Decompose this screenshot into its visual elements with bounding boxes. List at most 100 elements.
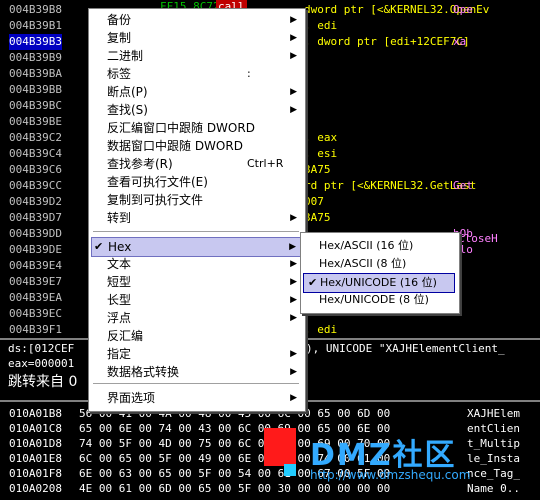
- disasm-address: 004B39C6: [9, 163, 62, 176]
- submenu-arrow-icon: ▶: [290, 213, 297, 223]
- menu-separator: [93, 231, 299, 233]
- menu-item-label: 断点(P): [107, 85, 148, 99]
- submenu-arrow-icon: ▶: [290, 313, 297, 323]
- dump-address: 010A0208: [9, 482, 62, 495]
- hex-submenu: Hex/ASCII (16 位) Hex/ASCII (8 位) ✔ Hex/UNIC…: [300, 232, 460, 314]
- disasm-address: 004B39BA: [9, 67, 62, 80]
- disasm-operand: , edi: [304, 19, 338, 32]
- menu-item-label: 备份: [107, 13, 132, 27]
- submenu-arrow-icon: ▶: [290, 87, 297, 97]
- menu-item[interactable]: 标签:: [91, 65, 301, 83]
- menu-item[interactable]: 二进制 ▶: [91, 47, 301, 65]
- disasm-address: 004B39BC: [9, 99, 62, 112]
- menu-item[interactable]: ✔ Hex ▶: [91, 237, 301, 257]
- disasm-address: 004B39D2: [9, 195, 62, 208]
- hex-submenu-label: Hex/UNICODE (16 位): [320, 276, 437, 289]
- disasm-operand: , edi: [304, 323, 338, 336]
- disasm-address: 004B39C2: [9, 131, 62, 144]
- menu-item[interactable]: 浮点 ▶: [91, 309, 301, 327]
- menu-item[interactable]: 指定 ▶: [91, 345, 301, 363]
- watermark-red-square: [264, 428, 296, 466]
- check-icon: ✔: [308, 276, 318, 289]
- disasm-operand: 3A75: [304, 163, 331, 176]
- dump-address: 010A01C8: [9, 422, 62, 435]
- disasm-address: 004B39DE: [9, 243, 62, 256]
- hex-submenu-item[interactable]: Hex/ASCII (16 位): [303, 237, 455, 255]
- submenu-arrow-icon: ▶: [290, 51, 297, 61]
- info-line-1b: ), UNICODE "XAJHElementClient_: [306, 342, 505, 355]
- disasm-comment: Get: [453, 179, 473, 192]
- menu-item-label: 二进制: [107, 49, 144, 63]
- submenu-arrow-icon: ▶: [290, 349, 297, 359]
- dump-row[interactable]: 010A01E8 6C 00 65 00 5F 00 49 00 6E 00 73…: [9, 451, 520, 466]
- dump-address: 010A01E8: [9, 452, 62, 465]
- menu-item-label: Hex: [108, 240, 132, 254]
- menu-item[interactable]: 复制 ▶: [91, 29, 301, 47]
- menu-shortcut: Ctrl+R: [247, 157, 284, 170]
- hex-submenu-label: Hex/UNICODE (8 位): [319, 293, 429, 306]
- menu-item[interactable]: 反汇编窗口中跟随 DWORD: [91, 119, 301, 137]
- submenu-arrow-icon: ▶: [289, 242, 296, 252]
- dump-row[interactable]: 010A01B8 56 00 41 00 4A 00 48 00 45 00 6C…: [9, 406, 520, 421]
- dump-row[interactable]: 010A01F8 6E 00 63 00 65 00 5F 00 54 00 61…: [9, 466, 520, 481]
- menu-item[interactable]: 长型 ▶: [91, 291, 301, 309]
- menu-item[interactable]: 数据窗口中跟随 DWORD: [91, 137, 301, 155]
- hex-submenu-item[interactable]: ✔ Hex/UNICODE (16 位): [303, 273, 455, 293]
- menu-item[interactable]: 查看可执行文件(E): [91, 173, 301, 191]
- menu-item-label: 标签: [107, 67, 132, 81]
- disasm-operand: 007: [304, 195, 324, 208]
- hex-submenu-item[interactable]: Hex/UNICODE (8 位): [303, 291, 455, 309]
- hex-submenu-item[interactable]: Hex/ASCII (8 位): [303, 255, 455, 273]
- dump-row[interactable]: 010A0208 4E 00 61 00 6D 00 65 00 5F 00 30…: [9, 481, 520, 496]
- disasm-address: 004B39B8: [9, 3, 62, 16]
- menu-item-label: 文本: [107, 257, 132, 271]
- dmz-watermark: DMZ社区 http://www.dmzshequ.com: [264, 428, 540, 498]
- disasm-operand: , dword ptr [edi+12CEF7C]: [304, 35, 470, 48]
- menu-separator: [93, 383, 299, 385]
- menu-item[interactable]: 短型 ▶: [91, 273, 301, 291]
- disasm-address: 004B39EA: [9, 291, 62, 304]
- menu-item-label: 转到: [107, 211, 132, 225]
- submenu-arrow-icon: ▶: [290, 33, 297, 43]
- disasm-operand: 3A75: [304, 211, 331, 224]
- menu-item-label: 查找参考(R): [107, 157, 173, 171]
- info-line-3: 跳转来自 0: [8, 374, 78, 390]
- disasm-address: 004B39BB: [9, 83, 62, 96]
- menu-item-label: 短型: [107, 275, 132, 289]
- menu-item[interactable]: 查找(S) ▶: [91, 101, 301, 119]
- submenu-arrow-icon: ▶: [290, 105, 297, 115]
- dump-row[interactable]: 010A01C8 65 00 6E 00 74 00 43 00 6C 00 69…: [9, 421, 520, 436]
- disasm-address: 004B39B1: [9, 19, 62, 32]
- dump-row[interactable]: 010A01D8 74 00 5F 00 4D 00 75 00 6C 00 74…: [9, 436, 520, 451]
- dump-address: 010A01D8: [9, 437, 62, 450]
- menu-item[interactable]: 文本 ▶: [91, 255, 301, 273]
- menu-shortcut: :: [247, 67, 251, 80]
- menu-item[interactable]: 转到 ▶: [91, 209, 301, 227]
- menu-item[interactable]: 查找参考(R) Ctrl+R: [91, 155, 301, 173]
- menu-item-label: 反汇编: [107, 329, 144, 343]
- disasm-address: 004B39BE: [9, 115, 62, 128]
- menu-item-label: 指定: [107, 347, 132, 361]
- menu-item[interactable]: 复制到可执行文件: [91, 191, 301, 209]
- disasm-address: 004B39F1: [9, 323, 62, 336]
- menu-item[interactable]: 反汇编: [91, 327, 301, 345]
- menu-item[interactable]: 断点(P) ▶: [91, 83, 301, 101]
- disasm-address: 004B39EC: [9, 307, 62, 320]
- context-menu: 备份 ▶ 复制 ▶ 二进制 ▶ 标签: 断点(P) ▶ 查找(S) ▶ 反汇编窗口中跟随 DWORD 数…: [88, 8, 306, 412]
- menu-item-label: 复制: [107, 31, 132, 45]
- disasm-address: 004B39B3: [9, 34, 62, 50]
- watermark-cyan-square: [284, 464, 296, 476]
- submenu-arrow-icon: ▶: [290, 277, 297, 287]
- menu-item-label: 查找(S): [107, 103, 148, 117]
- disasm-comment: Ope: [453, 3, 473, 16]
- menu-item-label: 查看可执行文件(E): [107, 175, 208, 189]
- disasm-operand: , esi: [304, 147, 338, 160]
- disasm-address: 004B39E7: [9, 275, 62, 288]
- menu-item-label: 数据格式转换: [107, 365, 180, 379]
- menu-item-label: 数据窗口中跟随 DWORD: [107, 139, 243, 153]
- menu-item[interactable]: 备份 ▶: [91, 11, 301, 29]
- submenu-arrow-icon: ▶: [290, 295, 297, 305]
- menu-item[interactable]: 界面选项 ▶: [91, 389, 301, 407]
- menu-item[interactable]: 数据格式转换 ▶: [91, 363, 301, 381]
- submenu-arrow-icon: ▶: [290, 367, 297, 377]
